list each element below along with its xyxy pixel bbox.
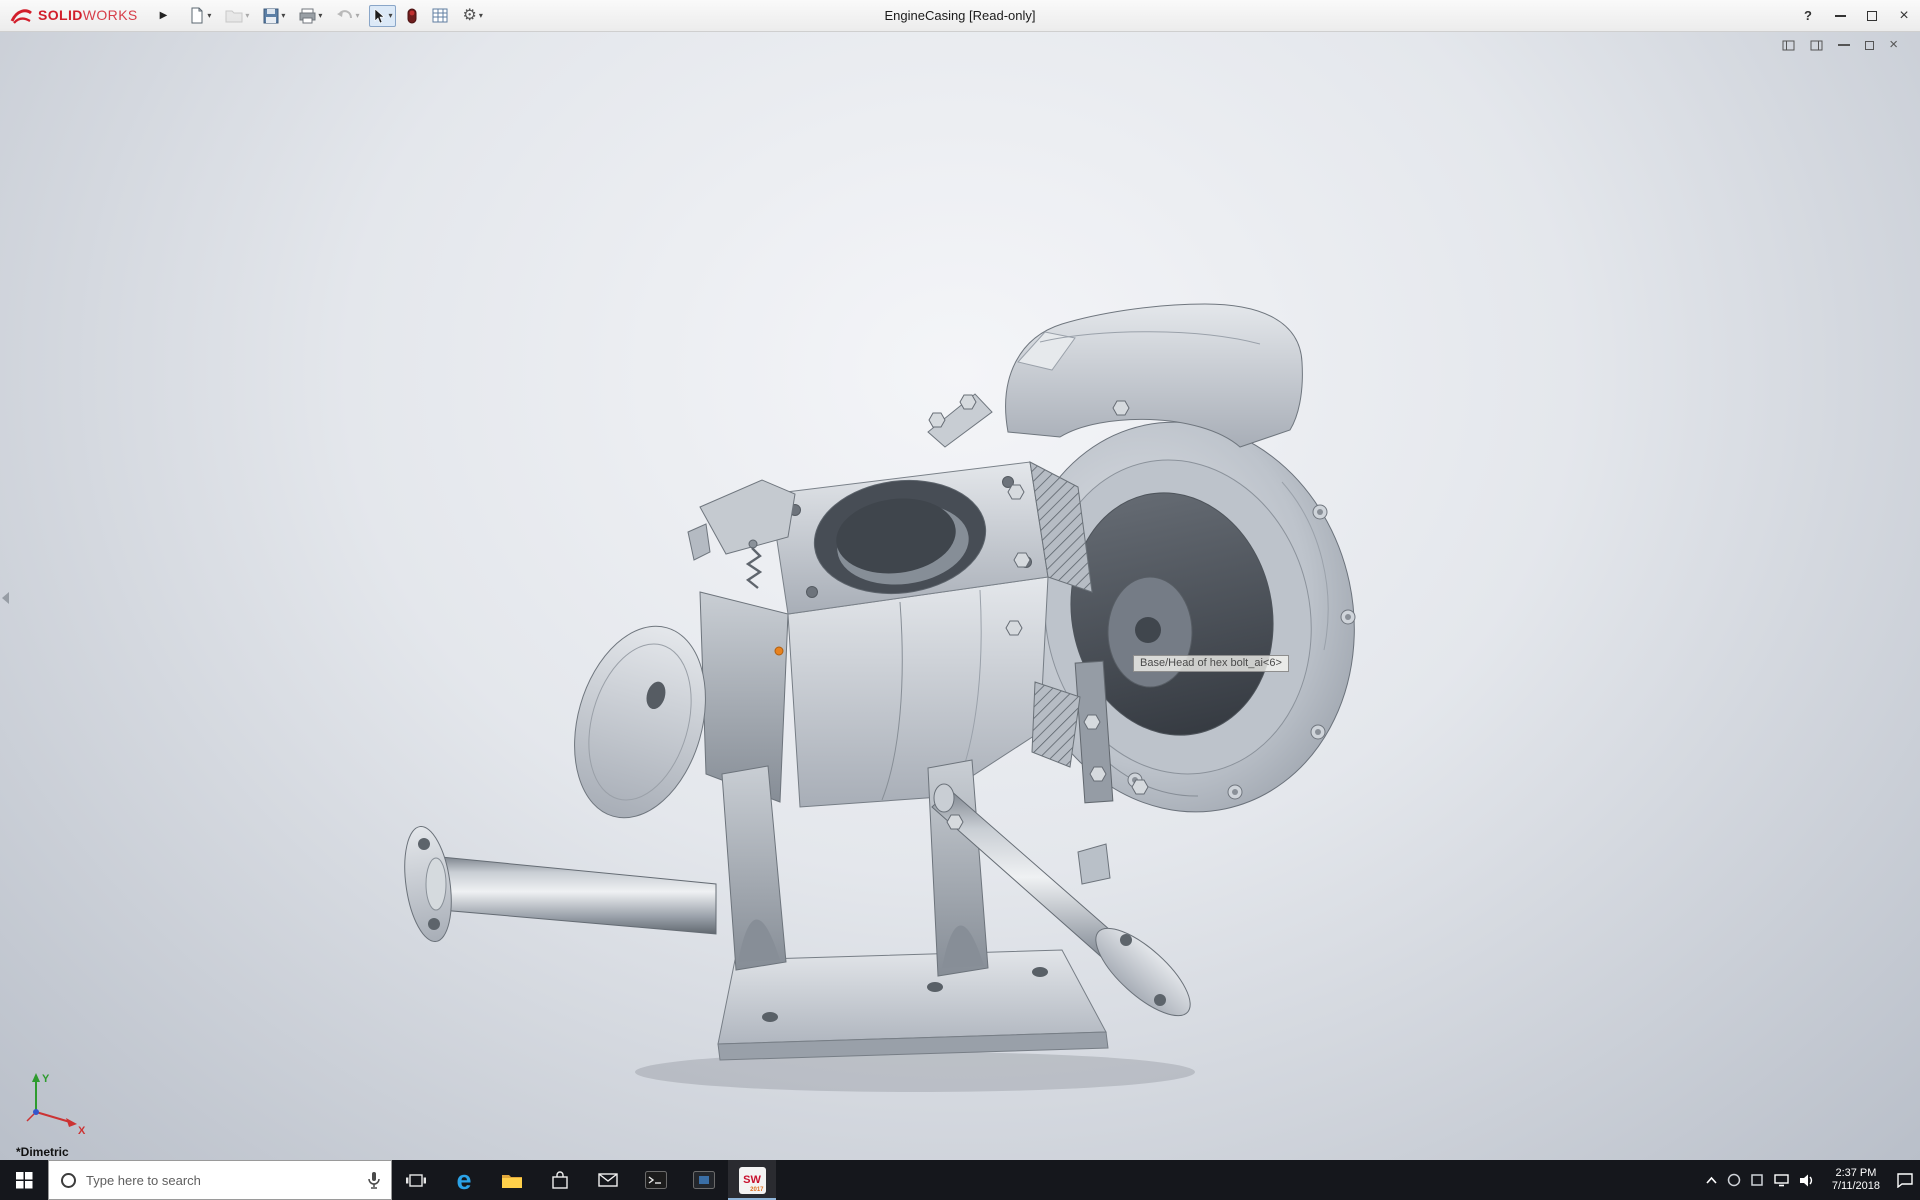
network-icon[interactable] xyxy=(1773,1173,1790,1187)
component-tooltip: Base/Head of hex bolt_ai<6> xyxy=(1133,655,1289,672)
top-arm-part[interactable] xyxy=(928,304,1302,447)
options-button[interactable]: ⚙ ▾ xyxy=(458,5,486,27)
maximize-button[interactable] xyxy=(1856,0,1888,32)
select-caret-icon[interactable]: ▾ xyxy=(388,11,392,20)
file-properties-button[interactable] xyxy=(428,5,452,26)
start-button[interactable] xyxy=(0,1160,48,1200)
undo-button[interactable]: ▾ xyxy=(332,6,363,26)
menu-flyout-arrow-icon[interactable]: ▶ xyxy=(152,10,176,21)
new-document-button[interactable]: ▾ xyxy=(185,4,215,27)
minimize-button[interactable] xyxy=(1824,0,1856,32)
print-caret-icon[interactable]: ▾ xyxy=(318,11,322,20)
close-icon: × xyxy=(1899,8,1908,24)
solidworks-app-button[interactable]: SW 2017 xyxy=(728,1160,776,1200)
title-bar: SOLIDWORKS ▶ ▾ ▾ xyxy=(0,0,1920,32)
print-button[interactable]: ▾ xyxy=(295,5,326,27)
task-view-button[interactable] xyxy=(392,1160,440,1200)
left-axle-part[interactable] xyxy=(398,824,716,945)
selection-marker xyxy=(775,647,783,655)
pinned-app-button[interactable] xyxy=(680,1160,728,1200)
dassault-mark-icon xyxy=(10,8,34,24)
volume-icon[interactable] xyxy=(1799,1173,1816,1188)
mail-button[interactable] xyxy=(584,1160,632,1200)
search-box[interactable]: Type here to search xyxy=(48,1160,392,1200)
windows-logo-icon xyxy=(16,1172,33,1189)
clock-date: 7/11/2018 xyxy=(1832,1180,1880,1193)
graphics-viewport[interactable]: × xyxy=(0,32,1920,1160)
engine-casing-model[interactable] xyxy=(0,32,1920,1160)
orientation-triad: Y X xyxy=(20,1064,92,1136)
undo-caret-icon[interactable]: ▾ xyxy=(355,11,359,20)
logo-text-works: WORKS xyxy=(83,7,138,23)
microphone-icon[interactable] xyxy=(367,1171,381,1190)
options-caret-icon[interactable]: ▾ xyxy=(479,11,483,20)
window-controls: ? × xyxy=(1792,0,1920,31)
pane-right-icon[interactable] xyxy=(1810,40,1823,51)
windows-taskbar: Type here to search e xyxy=(0,1160,1920,1200)
terminal-app-button[interactable] xyxy=(632,1160,680,1200)
terminal-icon xyxy=(645,1171,667,1189)
open-folder-icon xyxy=(225,8,243,23)
print-icon xyxy=(299,8,316,24)
doc-restore-icon[interactable] xyxy=(1865,41,1874,50)
select-tool-button[interactable]: ▾ xyxy=(369,5,396,27)
desktop-screen: SOLIDWORKS ▶ ▾ ▾ xyxy=(0,0,1920,1200)
save-button[interactable]: ▾ xyxy=(259,5,289,27)
edge-button[interactable]: e xyxy=(440,1160,488,1200)
task-view-icon xyxy=(406,1172,426,1189)
mail-icon xyxy=(598,1173,618,1187)
logo-text-solid: SOLID xyxy=(38,7,83,23)
action-center-button[interactable] xyxy=(1896,1172,1914,1188)
side-disc-part[interactable] xyxy=(553,611,726,834)
save-floppy-icon xyxy=(263,8,279,24)
solidworks-app-icon: SW 2017 xyxy=(739,1167,766,1194)
triad-y-label: Y xyxy=(42,1073,50,1085)
file-explorer-button[interactable] xyxy=(488,1160,536,1200)
maximize-icon xyxy=(1867,11,1877,21)
system-tray: 2:37 PM 7/11/2018 xyxy=(1705,1160,1920,1200)
new-document-icon xyxy=(189,7,205,24)
gear-icon: ⚙ xyxy=(462,8,476,24)
close-button[interactable]: × xyxy=(1888,0,1920,32)
help-button[interactable]: ? xyxy=(1792,0,1824,32)
rebuild-icon xyxy=(406,8,418,24)
cortana-icon xyxy=(61,1173,76,1188)
document-window-controls: × xyxy=(1782,38,1898,52)
store-icon xyxy=(551,1171,569,1190)
bracket-part[interactable] xyxy=(688,480,795,588)
file-explorer-icon xyxy=(501,1172,523,1189)
view-orientation-label: *Dimetric xyxy=(16,1145,69,1159)
open-caret-icon[interactable]: ▾ xyxy=(245,11,249,20)
edge-icon: e xyxy=(456,1167,471,1194)
taskbar-clock[interactable]: 2:37 PM 7/11/2018 xyxy=(1825,1167,1887,1193)
tray-icon-2[interactable] xyxy=(1750,1173,1764,1187)
doc-close-icon[interactable]: × xyxy=(1889,38,1898,52)
solidworks-logo: SOLIDWORKS xyxy=(10,7,138,25)
pinned-app-icon xyxy=(693,1171,715,1189)
file-properties-icon xyxy=(432,8,448,23)
triad-x-label: X xyxy=(78,1125,86,1136)
doc-minimize-icon[interactable] xyxy=(1838,44,1850,46)
undo-arrow-icon xyxy=(336,9,353,23)
tray-icon-1[interactable] xyxy=(1727,1173,1741,1187)
minimize-icon xyxy=(1835,15,1846,17)
base-plate-part[interactable] xyxy=(718,950,1108,1060)
hidden-icons-chevron[interactable] xyxy=(1705,1175,1718,1186)
clock-time: 2:37 PM xyxy=(1832,1167,1880,1180)
new-caret-icon[interactable]: ▾ xyxy=(207,11,211,20)
search-placeholder: Type here to search xyxy=(86,1173,357,1188)
store-button[interactable] xyxy=(536,1160,584,1200)
rebuild-button[interactable] xyxy=(402,5,422,27)
select-arrow-icon xyxy=(373,8,386,24)
open-button[interactable]: ▾ xyxy=(221,5,253,26)
model-shadow xyxy=(635,1052,1195,1092)
standard-toolbar: ▾ ▾ ▾ xyxy=(185,4,486,27)
save-caret-icon[interactable]: ▾ xyxy=(281,11,285,20)
pane-left-icon[interactable] xyxy=(1782,40,1795,51)
